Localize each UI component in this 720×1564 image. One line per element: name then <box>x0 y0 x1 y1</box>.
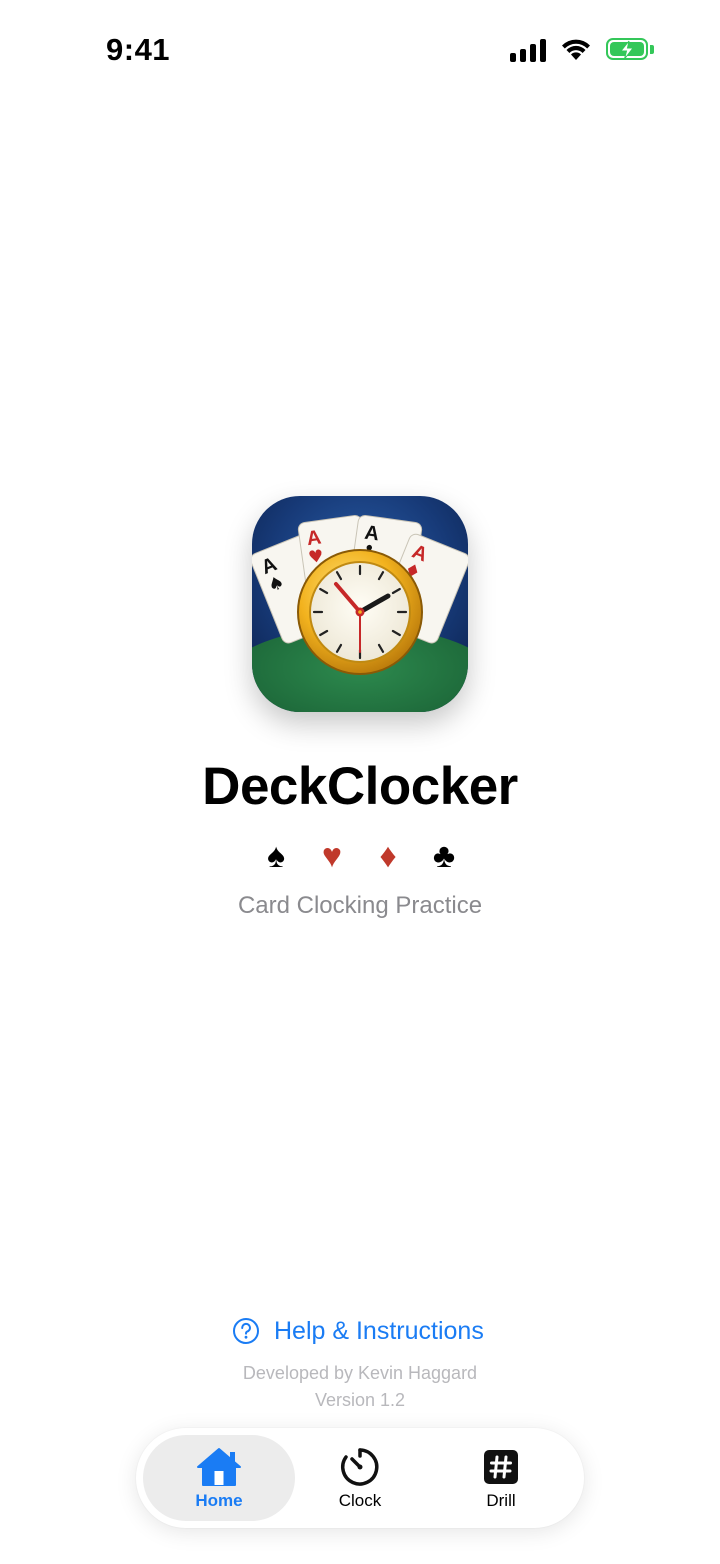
number-sign-icon <box>484 1450 518 1484</box>
app-title: DeckClocker <box>202 757 518 816</box>
wifi-icon <box>562 39 590 60</box>
battery-charging-icon <box>606 38 654 62</box>
tab-drill-label: Drill <box>486 1491 516 1510</box>
spade-icon: ♠ <box>266 837 286 875</box>
app-tagline: Card Clocking Practice <box>237 892 483 919</box>
version-label: Version 1.2 <box>314 1390 406 1410</box>
developer-credit: Developed by Kevin Haggard <box>242 1363 478 1383</box>
tab-clock-label: Clock <box>338 1491 382 1510</box>
suit-symbols: ♠ ♥ ♦ ♣ <box>0 836 720 876</box>
heart-icon: ♥ <box>321 837 343 875</box>
status-icons <box>510 38 654 62</box>
house-icon <box>197 1448 241 1486</box>
status-time: 9:41 <box>106 32 171 67</box>
footer-info: Developed by Kevin Haggard Version 1.2 <box>0 1360 720 1414</box>
deckclocker-app-icon: A ♠ A ♥ A ♣ A ♦ <box>252 496 468 712</box>
tab-drill[interactable]: Drill <box>425 1435 577 1521</box>
timer-icon <box>341 1448 379 1486</box>
club-icon: ♣ <box>432 837 456 875</box>
tab-home[interactable]: Home <box>143 1435 295 1521</box>
question-circle-icon <box>233 1318 259 1344</box>
diamond-icon: ♦ <box>379 837 397 875</box>
help-link-label: Help & Instructions <box>274 1316 484 1345</box>
cellular-signal-icon <box>510 38 546 62</box>
tab-clock[interactable]: Clock <box>284 1435 436 1521</box>
tab-bar: Home Clock Drill <box>136 1428 584 1528</box>
tab-home-label: Home <box>195 1491 243 1510</box>
help-instructions-link[interactable]: Help & Instructions <box>232 1312 484 1350</box>
